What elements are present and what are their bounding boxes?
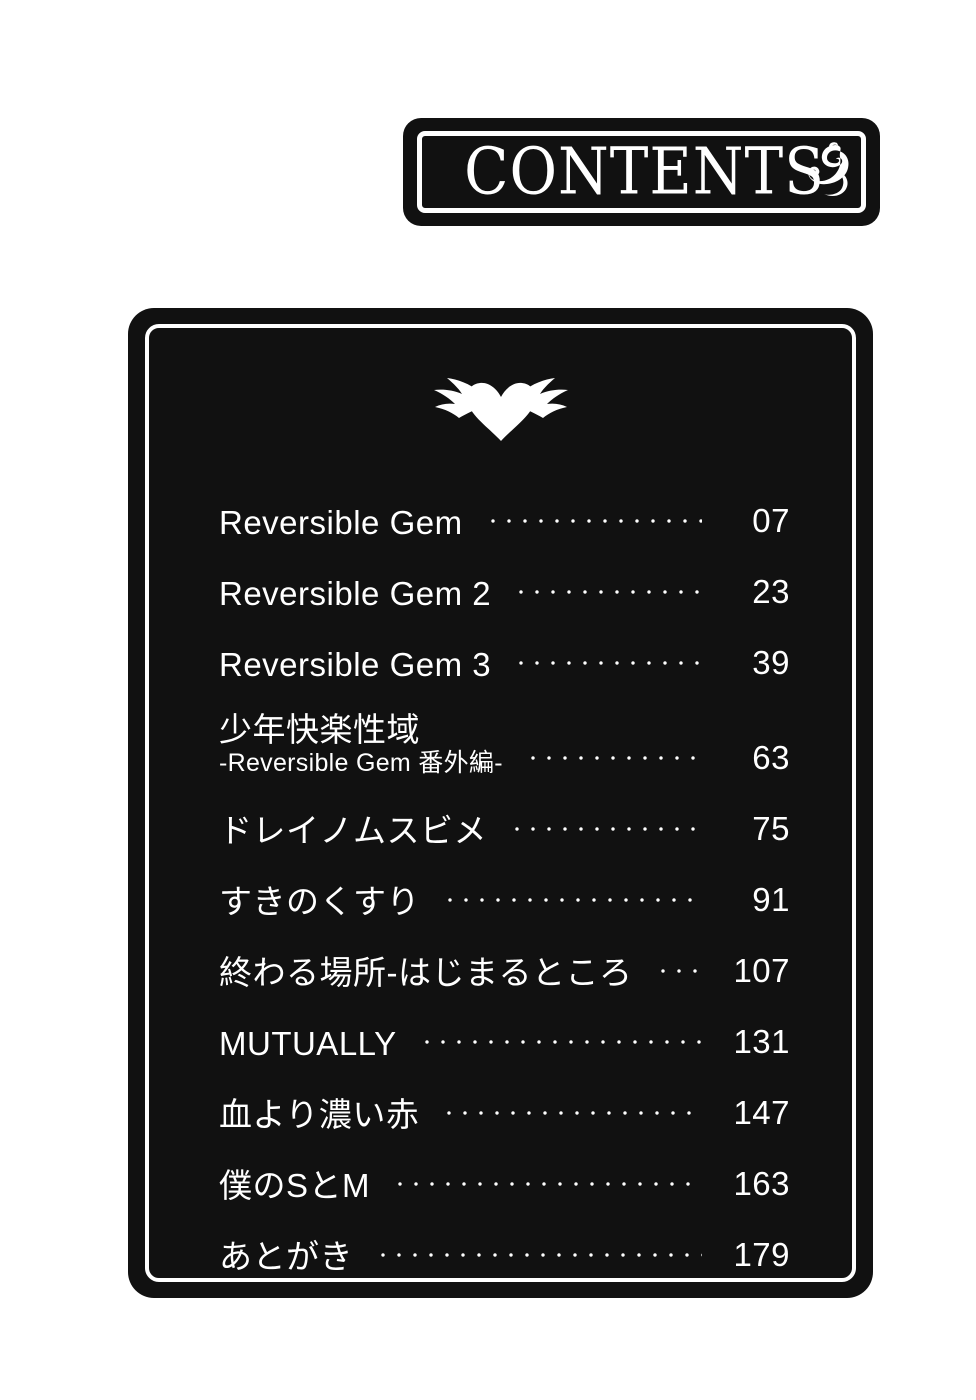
toc-entry-row[interactable]: ドレイノムスビメ 75 [219, 778, 790, 849]
toc-entry-page: 63 [752, 739, 790, 776]
dot-leader [513, 580, 702, 606]
toc-entry-row[interactable]: あとがき 179 [219, 1204, 790, 1275]
toc-entry-title: あとがき [219, 1238, 353, 1276]
toc-entry-titles: 血より濃い赤 [219, 1097, 419, 1133]
toc-entry-row[interactable]: 血より濃い赤 147 [219, 1062, 790, 1133]
toc-entry-titles: Reversible Gem 3 [219, 647, 491, 683]
page-title: CONTENTS [464, 132, 825, 209]
dot-leader [513, 651, 702, 677]
toc-panel-inner-frame: Reversible Gem 07 Reversible Gem 2 23 Re… [145, 324, 856, 1282]
toc-entry-title: 少年快楽性域 [219, 710, 420, 748]
winged-heart-icon [433, 378, 568, 441]
toc-entry-titles: MUTUALLY [219, 1026, 397, 1062]
toc-entry-row[interactable]: 終わる場所-はじまるところ 107 [219, 920, 790, 991]
toc-entry-subtitle: -Reversible Gem 番外編- [219, 749, 503, 778]
toc-entry-list: Reversible Gem 07 Reversible Gem 2 23 Re… [189, 470, 812, 1275]
toc-entry-title: 終わる場所-はじまるところ [219, 954, 633, 992]
dot-leader [484, 509, 702, 535]
toc-entry-page: 131 [733, 1023, 790, 1060]
dot-leader [509, 817, 702, 843]
toc-entry-row[interactable]: Reversible Gem 07 [219, 470, 790, 541]
toc-entry-row[interactable]: Reversible Gem 3 39 [219, 612, 790, 683]
toc-entry-titles: 終わる場所-はじまるところ [219, 955, 633, 991]
toc-entry-title: Reversible Gem 3 [219, 646, 492, 684]
toc-entry-page: 39 [752, 644, 790, 681]
dot-leader [441, 1101, 702, 1127]
dot-leader [418, 1030, 702, 1056]
toc-entry-title: 僕のSとM [219, 1167, 370, 1205]
toc-entry-row[interactable]: MUTUALLY 131 [219, 991, 790, 1062]
toc-entry-page: 75 [752, 810, 790, 847]
toc-entry-page: 23 [752, 573, 790, 610]
toc-entry-title: Reversible Gem [219, 504, 463, 542]
toc-entry-page: 07 [752, 502, 790, 539]
winged-heart-ornament [189, 368, 812, 444]
toc-entry-row[interactable]: 僕のSとM 163 [219, 1133, 790, 1204]
dot-leader [524, 746, 702, 772]
toc-entry-title: ドレイノムスビメ [219, 812, 487, 850]
toc-entry-title: 血より濃い赤 [219, 1096, 420, 1134]
contents-header-inner-frame: CONTENTS [417, 131, 866, 213]
toc-entry-titles: 少年快楽性域 -Reversible Gem 番外編- [219, 710, 503, 778]
toc-entry-row[interactable]: Reversible Gem 2 23 [219, 541, 790, 612]
toc-entry-page: 163 [733, 1165, 790, 1202]
dot-leader [392, 1172, 702, 1198]
toc-entry-page: 107 [733, 952, 790, 989]
toc-entry-titles: 僕のSとM [219, 1168, 370, 1204]
toc-entry-row[interactable]: 少年快楽性域 -Reversible Gem 番外編- 63 [219, 683, 790, 778]
toc-entry-title: Reversible Gem 2 [219, 575, 492, 613]
dot-leader [442, 888, 702, 914]
toc-panel: Reversible Gem 07 Reversible Gem 2 23 Re… [128, 308, 873, 1298]
toc-entry-row[interactable]: すきのくすり 91 [219, 849, 790, 920]
toc-entry-page: 147 [733, 1094, 790, 1131]
toc-entry-titles: Reversible Gem 2 [219, 576, 491, 612]
toc-entry-titles: Reversible Gem [219, 505, 463, 541]
dot-leader [654, 959, 702, 985]
dot-leader [375, 1243, 702, 1269]
toc-entry-page: 179 [733, 1236, 790, 1273]
toc-entry-titles: ドレイノムスビメ [219, 813, 487, 849]
toc-entry-titles: あとがき [219, 1239, 353, 1275]
toc-entry-page: 91 [752, 881, 790, 918]
toc-entry-titles: すきのくすり [219, 884, 420, 920]
contents-header-badge: CONTENTS [403, 118, 880, 226]
toc-entry-title: MUTUALLY [219, 1025, 397, 1063]
toc-entry-title: すきのくすり [219, 883, 420, 921]
